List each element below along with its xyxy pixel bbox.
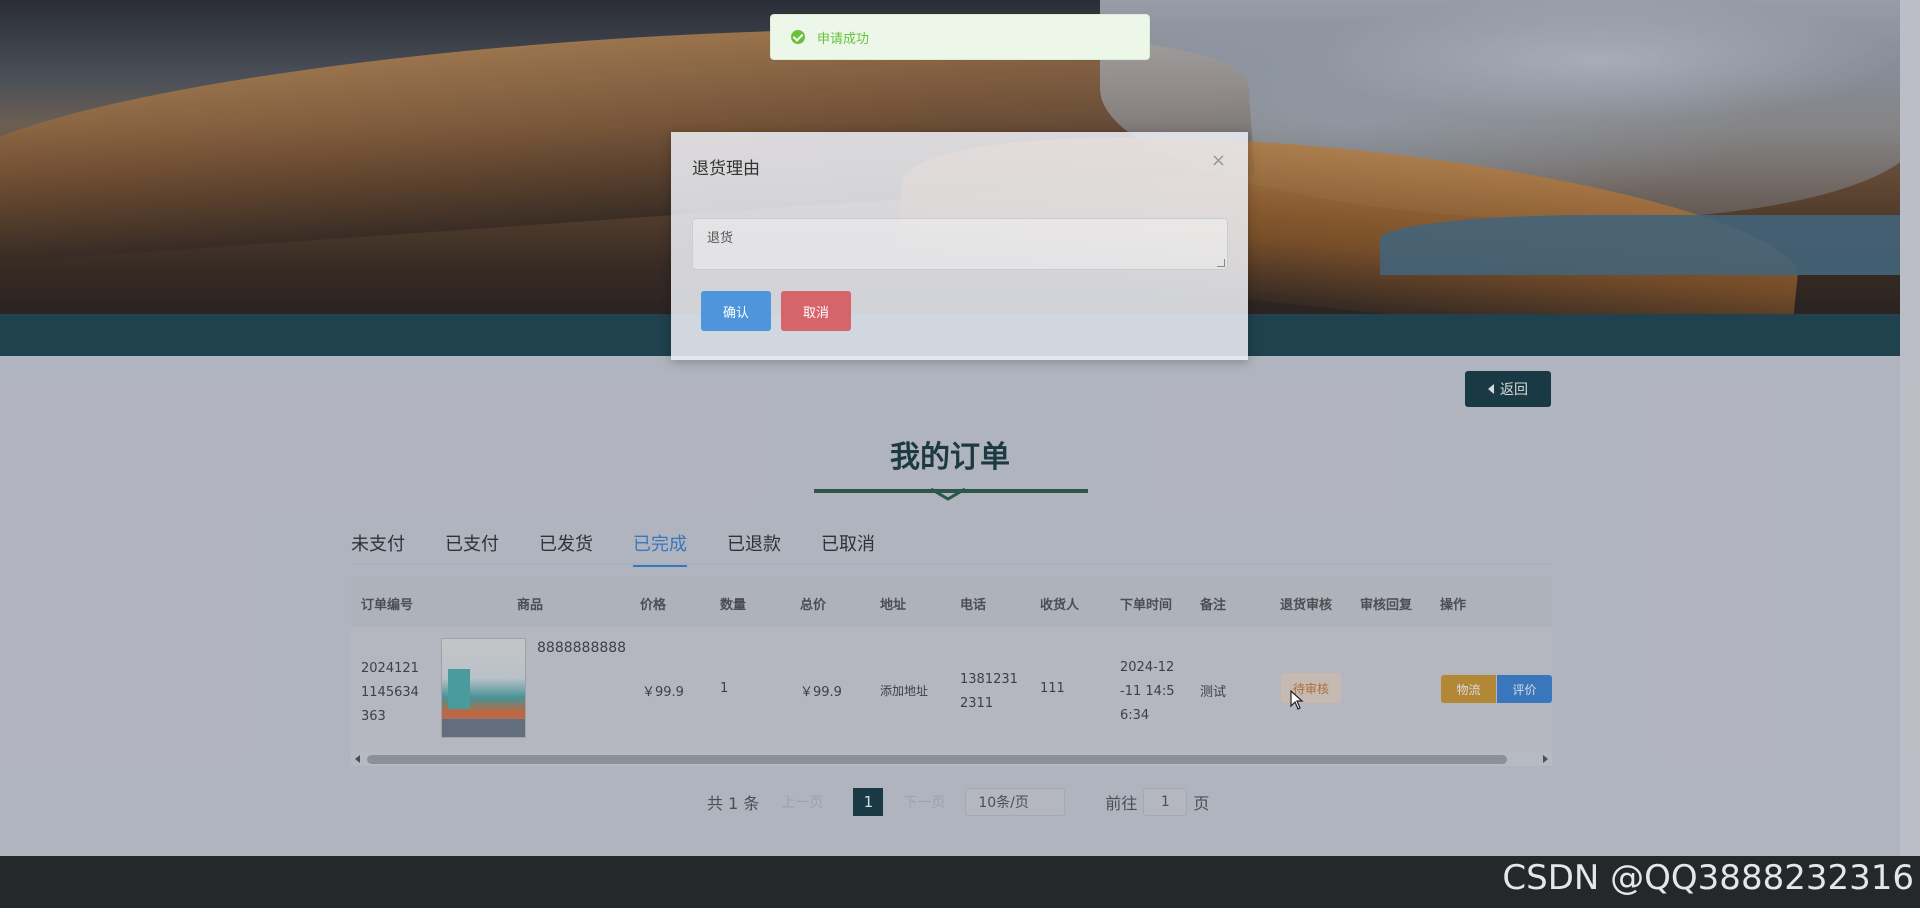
tab-paid[interactable]: 已支付 [445, 533, 499, 565]
phone-line: 1381231 [960, 672, 1018, 687]
next-page-button[interactable]: 下一页 [903, 792, 945, 812]
resize-grip-icon[interactable] [1217, 259, 1225, 267]
cell-address: 添加地址 [880, 684, 929, 698]
order-time-line: 2024-12 [1120, 660, 1175, 675]
page-title: 我的订单 [890, 440, 1010, 475]
pagination-total: 共 1 条 [707, 794, 760, 813]
product-thumbnail[interactable] [441, 638, 526, 738]
return-reason-textarea[interactable]: 退货 [692, 218, 1228, 270]
tab-completed[interactable]: 已完成 [633, 533, 687, 567]
success-toast: 申请成功 [770, 14, 1150, 60]
th-receiver: 收货人 [1040, 598, 1080, 613]
th-quantity: 数量 [720, 598, 747, 613]
table-horizontal-scrollbar[interactable] [351, 752, 1552, 766]
th-phone: 电话 [960, 598, 987, 613]
goto-page-input[interactable]: 1 [1143, 788, 1188, 816]
pagination: 共 1 条 上一页 1 下一页 10条/页 前往 1 页 [707, 788, 1209, 816]
cell-order-time: 2024-12 -11 14:5 6:34 [1120, 656, 1175, 728]
tab-refunded[interactable]: 已退款 [727, 533, 781, 565]
scroll-right-icon[interactable] [1543, 755, 1548, 763]
order-no-line: 363 [361, 709, 386, 724]
th-review-reply: 审核回复 [1360, 598, 1413, 613]
thumbnail-door [448, 669, 470, 709]
page-size-select[interactable]: 10条/页 [965, 788, 1066, 816]
phone-line: 2311 [960, 696, 994, 711]
goto-suffix: 页 [1193, 794, 1210, 813]
order-status-tabs: 未支付 已支付 已发货 已完成 已退款 已取消 [351, 533, 1552, 567]
dialog-title: 退货理由 [692, 159, 760, 179]
th-address: 地址 [880, 598, 907, 613]
th-remark: 备注 [1200, 598, 1227, 613]
cell-product-name: 8888888888 [537, 640, 627, 656]
th-order-time: 下单时间 [1120, 598, 1173, 613]
cell-remark: 测试 [1200, 685, 1227, 700]
cell-order-no: 2024121 1145634 363 [361, 657, 419, 729]
thumbnail-floor [442, 719, 525, 737]
close-icon[interactable]: × [1211, 150, 1226, 171]
orders-table: 订单编号 商品 价格 数量 总价 地址 电话 收货人 下单时间 备注 退货审核 … [351, 577, 1552, 752]
cell-quantity: 1 [720, 681, 729, 696]
review-button[interactable]: 评价 [1497, 675, 1552, 703]
order-no-line: 1145634 [361, 685, 419, 700]
tab-cancelled[interactable]: 已取消 [821, 533, 875, 565]
watermark-text: CSDN @QQ3888232316 [1502, 858, 1914, 898]
cell-phone: 1381231 2311 [960, 668, 1018, 716]
prev-page-button[interactable]: 上一页 [781, 792, 823, 812]
tab-unpaid[interactable]: 未支付 [351, 533, 405, 565]
page-scrollbar[interactable] [1900, 0, 1920, 856]
caret-left-icon [1488, 384, 1494, 394]
toast-message: 申请成功 [817, 31, 870, 47]
cell-price: ￥99.9 [642, 685, 684, 700]
th-total: 总价 [800, 598, 827, 613]
check-circle-icon [791, 30, 805, 44]
th-price: 价格 [640, 598, 667, 613]
cell-receiver: 111 [1040, 681, 1065, 696]
tab-shipped[interactable]: 已发货 [539, 533, 593, 565]
goto-label: 前往 [1105, 794, 1138, 813]
cell-total: ￥99.9 [800, 685, 842, 700]
th-order-no: 订单编号 [361, 598, 414, 613]
return-reason-dialog: 退货理由 × 退货 确认 取消 [671, 132, 1248, 360]
page-number-current[interactable]: 1 [853, 788, 884, 816]
scroll-left-icon[interactable] [355, 755, 360, 763]
logistics-button[interactable]: 物流 [1441, 675, 1496, 703]
table-header: 订单编号 商品 价格 数量 总价 地址 电话 收货人 下单时间 备注 退货审核 … [351, 577, 1552, 627]
reason-text: 退货 [707, 231, 734, 246]
th-return-review: 退货审核 [1280, 598, 1333, 613]
order-time-line: -11 14:5 [1120, 684, 1175, 699]
order-no-line: 2024121 [361, 661, 419, 676]
confirm-button[interactable]: 确认 [701, 291, 771, 331]
mouse-cursor-icon [1290, 690, 1304, 710]
cancel-button[interactable]: 取消 [781, 291, 851, 331]
th-actions: 操作 [1440, 598, 1467, 613]
th-product: 商品 [517, 598, 544, 613]
hero-water [1380, 215, 1920, 275]
back-button[interactable]: 返回 [1465, 371, 1551, 407]
scrollbar-thumb[interactable] [367, 755, 1507, 764]
title-notch-icon [931, 487, 965, 501]
back-button-label: 返回 [1500, 382, 1528, 398]
order-time-line: 6:34 [1120, 708, 1150, 723]
